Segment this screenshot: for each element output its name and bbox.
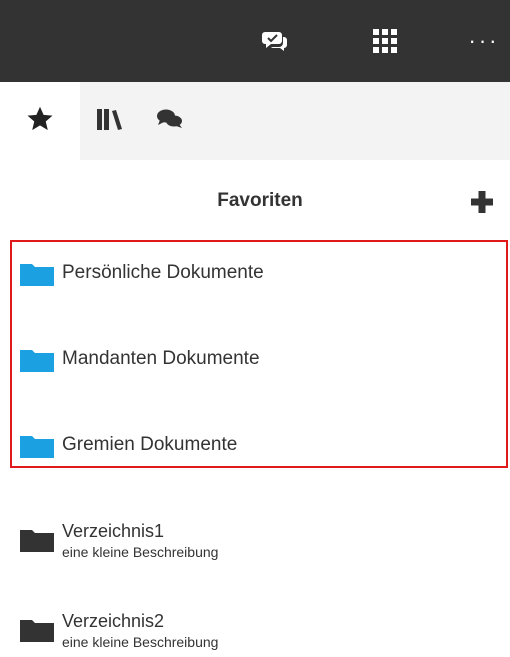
top-bar: ··· bbox=[0, 0, 510, 82]
folder-icon bbox=[20, 350, 54, 372]
folder-icon bbox=[20, 530, 54, 552]
favorite-item-gremien[interactable]: Gremien Dokumente bbox=[20, 430, 237, 460]
plus-icon bbox=[471, 191, 493, 213]
favorite-label: Mandanten Dokumente bbox=[62, 348, 260, 369]
chat-icon bbox=[156, 108, 184, 135]
app-launcher-icon[interactable] bbox=[365, 0, 405, 82]
folder-icon bbox=[20, 436, 54, 458]
directory-name: Verzeichnis2 bbox=[62, 611, 165, 631]
tab-chat[interactable] bbox=[140, 82, 200, 160]
directory-description: eine kleine Beschreibung bbox=[62, 544, 219, 560]
favorite-item-persoenliche[interactable]: Persönliche Dokumente bbox=[20, 258, 264, 288]
conversations-icon[interactable] bbox=[255, 0, 295, 82]
tab-bar bbox=[0, 82, 510, 160]
folder-icon bbox=[20, 264, 54, 286]
tab-favorites[interactable] bbox=[0, 82, 80, 160]
favorite-label: Persönliche Dokumente bbox=[62, 262, 264, 283]
favorites-header: Favoriten bbox=[0, 160, 510, 244]
library-icon bbox=[95, 106, 125, 137]
add-favorite-button[interactable] bbox=[470, 190, 498, 218]
directory-description: eine kleine Beschreibung bbox=[62, 634, 219, 650]
page-title: Favoriten bbox=[217, 190, 303, 211]
tab-library[interactable] bbox=[80, 82, 140, 160]
star-icon bbox=[26, 105, 54, 138]
directory-item-2[interactable]: Verzeichnis2 eine kleine Beschreibung bbox=[20, 610, 218, 652]
directory-item-1[interactable]: Verzeichnis1 eine kleine Beschreibung bbox=[20, 520, 218, 562]
favorite-item-mandanten[interactable]: Mandanten Dokumente bbox=[20, 344, 260, 374]
favorite-label: Gremien Dokumente bbox=[62, 434, 238, 455]
folder-icon bbox=[20, 620, 54, 642]
more-options-icon[interactable]: ··· bbox=[458, 0, 510, 82]
directory-name: Verzeichnis1 bbox=[62, 521, 165, 541]
